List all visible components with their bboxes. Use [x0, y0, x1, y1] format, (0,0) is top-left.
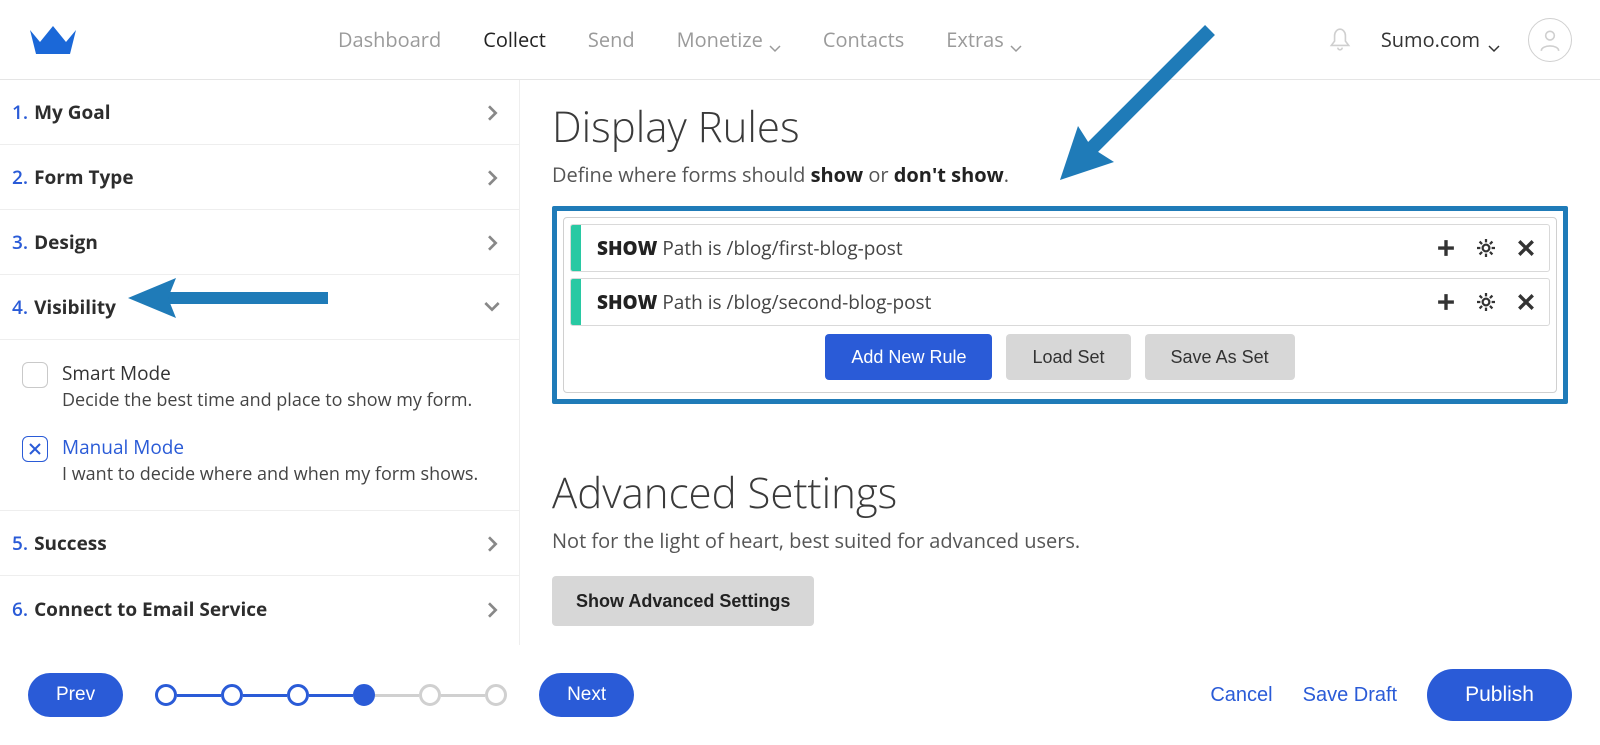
nav-collect[interactable]: Collect: [483, 26, 546, 53]
account-selector[interactable]: Sumo.com: [1381, 26, 1500, 53]
nav-contacts[interactable]: Contacts: [823, 26, 904, 53]
nav-label: Contacts: [823, 26, 904, 53]
step-my-goal[interactable]: 1.My Goal: [0, 80, 519, 145]
add-new-rule-button[interactable]: Add New Rule: [825, 334, 992, 380]
mode-manual[interactable]: Manual Mode I want to decide where and w…: [22, 434, 507, 486]
display-rules-subtitle: Define where forms should show or don't …: [552, 161, 1568, 188]
step-label: 6.Connect to Email Service: [12, 596, 267, 622]
mode-text: Smart Mode Decide the best time and plac…: [62, 360, 472, 412]
mode-title: Smart Mode: [62, 360, 472, 386]
chevron-down-icon: [1010, 34, 1022, 46]
chevron-right-icon: [485, 601, 501, 617]
notifications-bell-icon[interactable]: [1327, 27, 1353, 53]
rule-actions: [1437, 239, 1549, 257]
progress-node[interactable]: [419, 684, 441, 706]
step-form-type[interactable]: 2.Form Type: [0, 145, 519, 210]
mode-smart[interactable]: Smart Mode Decide the best time and plac…: [22, 360, 507, 412]
rule-handle[interactable]: [571, 225, 581, 271]
nav-label: Dashboard: [338, 26, 441, 53]
step-design[interactable]: 3.Design: [0, 210, 519, 275]
nav-monetize[interactable]: Monetize: [677, 26, 781, 53]
step-success[interactable]: 5.Success: [0, 511, 519, 576]
next-button[interactable]: Next: [539, 673, 634, 717]
nav-dashboard[interactable]: Dashboard: [338, 26, 441, 53]
progress-node[interactable]: [155, 684, 177, 706]
nav-extras[interactable]: Extras: [946, 26, 1022, 53]
progress-node[interactable]: [485, 684, 507, 706]
content: Display Rules Define where forms should …: [520, 80, 1600, 645]
step-label: 4.Visibility: [12, 294, 116, 320]
chevron-down-icon: [1488, 34, 1500, 46]
nav-label: Collect: [483, 26, 546, 53]
advanced-settings-subtitle: Not for the light of heart, best suited …: [552, 527, 1568, 554]
rule-row[interactable]: SHOW Path is /blog/second-blog-post: [570, 278, 1550, 326]
rules-highlight-box: SHOW Path is /blog/first-blog-post SHOW …: [552, 206, 1568, 404]
avatar[interactable]: [1528, 18, 1572, 62]
progress-line: [243, 694, 287, 697]
chevron-right-icon: [485, 104, 501, 120]
progress-line: [441, 694, 485, 697]
prev-button[interactable]: Prev: [28, 673, 123, 717]
rule-actions: [1437, 293, 1549, 311]
logo-crown-icon: [28, 20, 78, 60]
progress-node[interactable]: [221, 684, 243, 706]
step-visibility[interactable]: 4.Visibility: [0, 275, 519, 340]
progress-node-current[interactable]: [353, 684, 375, 706]
nav-right: Sumo.com: [1327, 18, 1572, 62]
step-label: 1.My Goal: [12, 99, 111, 125]
chevron-right-icon: [485, 234, 501, 250]
chevron-down-icon: [769, 34, 781, 46]
sidebar: 1.My Goal 2.Form Type 3.Design 4.Visibil…: [0, 80, 520, 645]
save-draft-button[interactable]: Save Draft: [1303, 684, 1397, 707]
nav-label: Extras: [946, 26, 1004, 53]
checkbox-unchecked[interactable]: [22, 362, 48, 388]
rule-row[interactable]: SHOW Path is /blog/first-blog-post: [570, 224, 1550, 272]
nav-label: Monetize: [677, 26, 763, 53]
footer: Prev Next Cancel Save Draft Publish: [0, 645, 1600, 745]
step-label: 2.Form Type: [12, 164, 134, 190]
show-advanced-settings-button[interactable]: Show Advanced Settings: [552, 576, 814, 626]
progress-line: [309, 694, 353, 697]
progress-stepper: [155, 684, 507, 706]
save-as-set-button[interactable]: Save As Set: [1145, 334, 1295, 380]
nav-label: Send: [588, 26, 635, 53]
rule-handle[interactable]: [571, 279, 581, 325]
close-icon[interactable]: [1517, 239, 1535, 257]
advanced-settings-title: Advanced Settings: [552, 464, 1568, 521]
checkbox-checked[interactable]: [22, 436, 48, 462]
plus-icon[interactable]: [1437, 293, 1455, 311]
chevron-right-icon: [485, 169, 501, 185]
display-rules-title: Display Rules: [552, 98, 1568, 155]
mode-desc: I want to decide where and when my form …: [62, 462, 478, 486]
cancel-button[interactable]: Cancel: [1210, 684, 1272, 707]
step-label: 5.Success: [12, 530, 107, 556]
progress-node[interactable]: [287, 684, 309, 706]
progress-line: [375, 694, 419, 697]
rule-buttons: Add New Rule Load Set Save As Set: [570, 334, 1550, 380]
mode-title: Manual Mode: [62, 434, 478, 460]
gear-icon[interactable]: [1477, 239, 1495, 257]
step-connect-email[interactable]: 6.Connect to Email Service: [0, 576, 519, 641]
footer-right: Cancel Save Draft Publish: [1210, 669, 1572, 721]
close-icon[interactable]: [1517, 293, 1535, 311]
mode-desc: Decide the best time and place to show m…: [62, 388, 472, 412]
step-label: 3.Design: [12, 229, 98, 255]
account-name: Sumo.com: [1381, 26, 1480, 53]
publish-button[interactable]: Publish: [1427, 669, 1572, 721]
rule-text: SHOW Path is /blog/first-blog-post: [581, 235, 1437, 261]
rules-panel: SHOW Path is /blog/first-blog-post SHOW …: [563, 217, 1557, 393]
nav-send[interactable]: Send: [588, 26, 635, 53]
progress-line: [177, 694, 221, 697]
rule-text: SHOW Path is /blog/second-blog-post: [581, 289, 1437, 315]
nav-items: Dashboard Collect Send Monetize Contacts…: [338, 26, 1327, 53]
chevron-right-icon: [485, 535, 501, 551]
visibility-modes: Smart Mode Decide the best time and plac…: [0, 340, 519, 511]
gear-icon[interactable]: [1477, 293, 1495, 311]
load-set-button[interactable]: Load Set: [1006, 334, 1130, 380]
top-nav: Dashboard Collect Send Monetize Contacts…: [0, 0, 1600, 80]
mode-text: Manual Mode I want to decide where and w…: [62, 434, 478, 486]
chevron-down-icon: [485, 299, 501, 315]
plus-icon[interactable]: [1437, 239, 1455, 257]
